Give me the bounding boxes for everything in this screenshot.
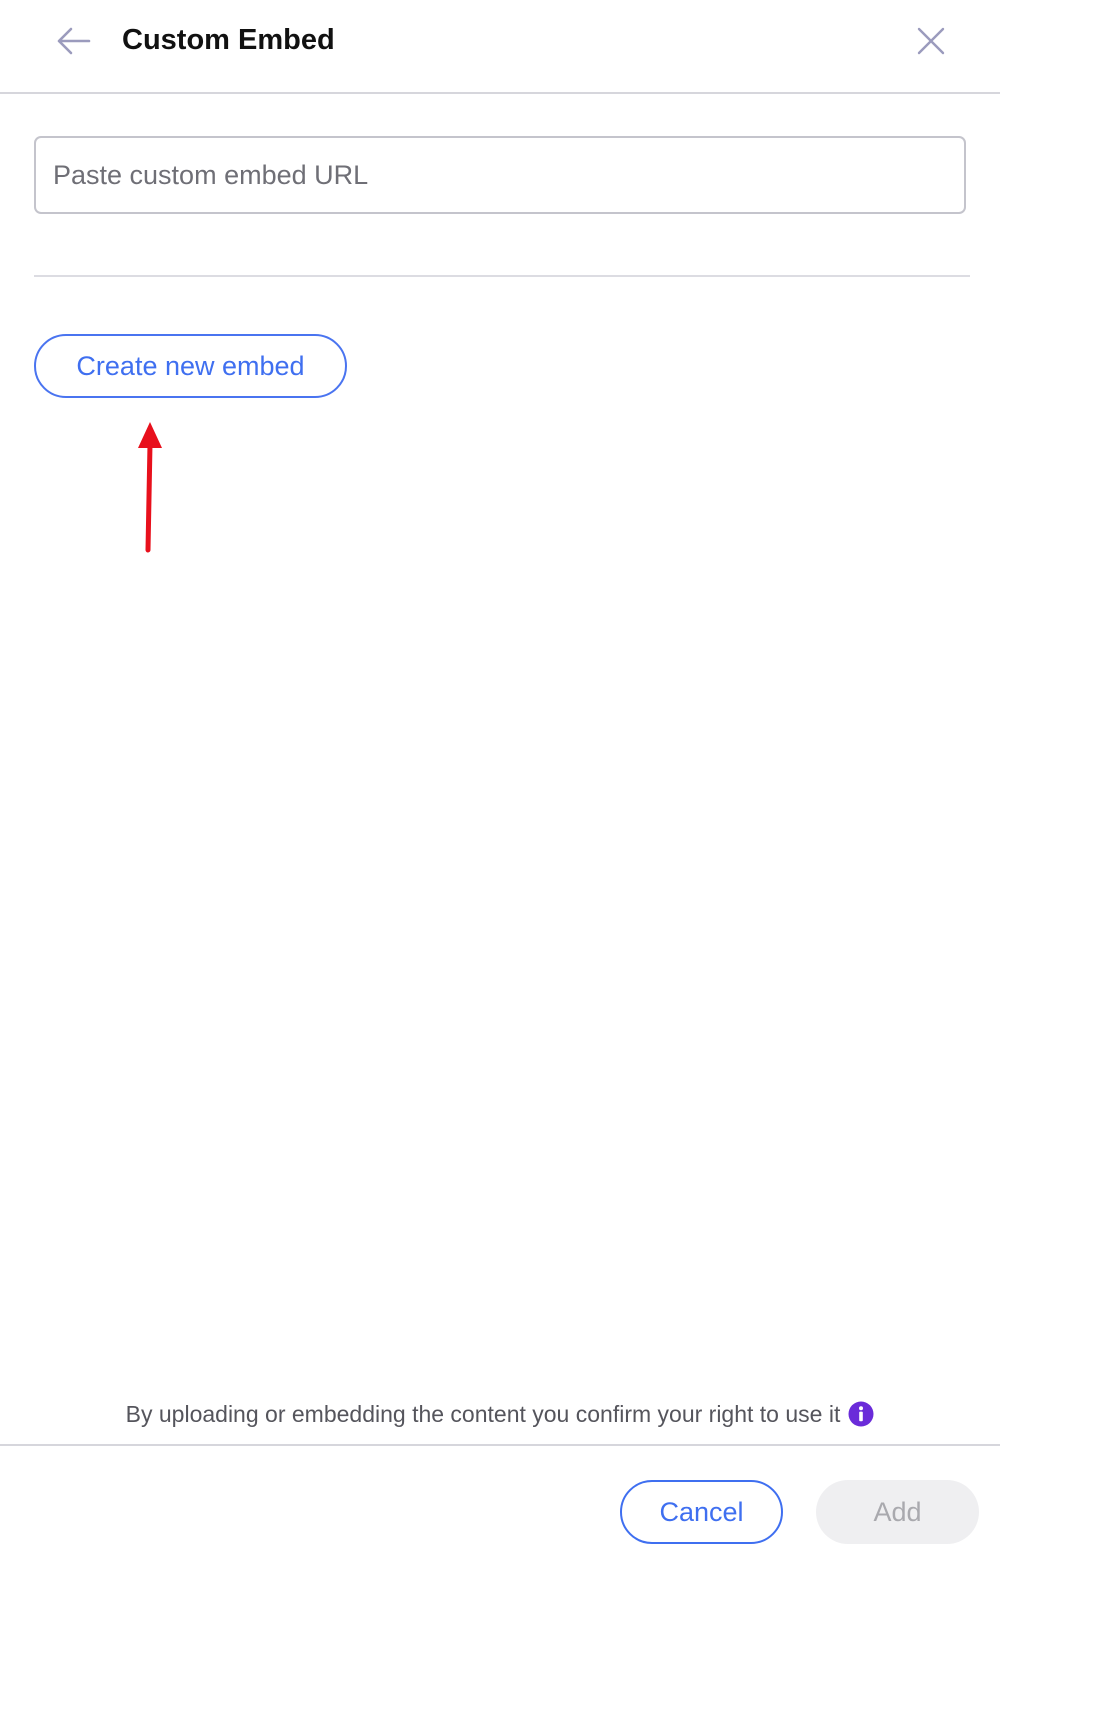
panel-header: Custom Embed bbox=[0, 0, 1000, 94]
page-title: Custom Embed bbox=[122, 24, 335, 56]
panel-footer: Cancel Add bbox=[0, 1444, 1000, 1727]
back-button[interactable] bbox=[52, 20, 94, 62]
red-arrow-up-icon bbox=[138, 422, 162, 553]
arrow-left-icon bbox=[57, 27, 91, 55]
rights-disclaimer: By uploading or embedding the content yo… bbox=[0, 1394, 1000, 1434]
embed-url-input[interactable] bbox=[34, 136, 966, 214]
create-new-embed-button[interactable]: Create new embed bbox=[34, 334, 347, 398]
info-icon[interactable] bbox=[848, 1401, 874, 1427]
close-icon bbox=[917, 27, 945, 55]
disclaimer-text: By uploading or embedding the content yo… bbox=[125, 1400, 841, 1427]
close-button[interactable] bbox=[910, 20, 952, 62]
add-button[interactable]: Add bbox=[816, 1480, 979, 1544]
custom-embed-panel: Custom Embed Create new embed By uploadi… bbox=[0, 0, 1000, 1727]
cancel-button[interactable]: Cancel bbox=[620, 1480, 783, 1544]
section-divider bbox=[34, 275, 970, 277]
